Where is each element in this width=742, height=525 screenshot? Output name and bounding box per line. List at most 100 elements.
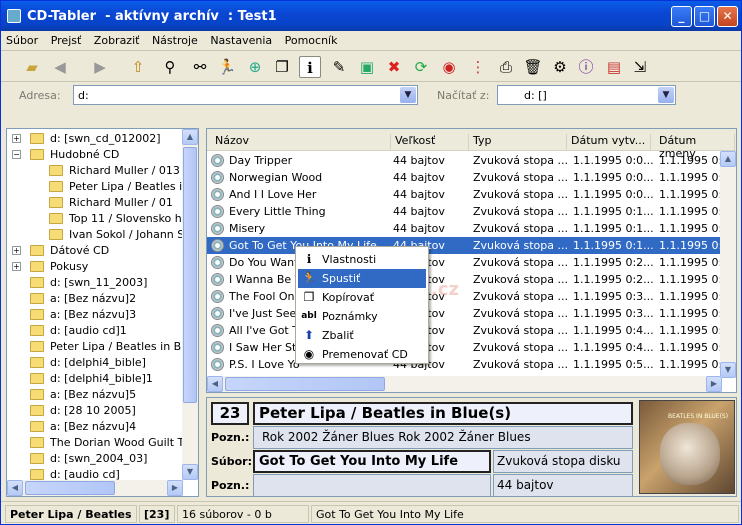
tree-item-label: Richard Muller / 01 <box>69 196 173 209</box>
file-size: 44 bajtov <box>493 474 633 497</box>
expand-icon[interactable]: + <box>12 262 21 271</box>
print-icon[interactable]: ⎙ <box>495 56 517 78</box>
ctx-copy[interactable]: ❐ Kopírovať <box>298 288 426 307</box>
list-row[interactable]: Misery 44 bajtov Zvuková stopa ... 1.1.1995… <box>207 220 722 237</box>
maximize-button[interactable]: □ <box>694 6 715 27</box>
ctx-collapse[interactable]: ⬆ Zbaliť <box>298 326 426 345</box>
list-cell: 1.1.1995 0:1... <box>659 222 722 235</box>
list-row[interactable]: P.S. I Love Yo 44 bajtov Zvuková stopa ...… <box>207 356 722 373</box>
image-icon[interactable]: ▣ <box>356 56 378 78</box>
column-name[interactable]: Názov <box>211 134 391 150</box>
folder-icon <box>30 469 44 480</box>
binoculars-icon[interactable]: ⚲ <box>159 56 181 78</box>
tree-vertical-scrollbar[interactable]: ▲ ▼ <box>182 129 198 480</box>
list-row[interactable]: Day Tripper 44 bajtov Zvuková stopa ... 1.1… <box>207 152 722 169</box>
list-cell: 1.1.1995 0:3... <box>659 307 722 320</box>
find-icon[interactable]: ⚯ <box>189 56 211 78</box>
menu-view[interactable]: Zobraziť <box>89 31 144 47</box>
menu-file[interactable]: Súbor <box>1 31 42 47</box>
column-size[interactable]: Veľkosť <box>391 134 469 150</box>
scroll-thumb[interactable] <box>25 481 115 495</box>
delete-icon[interactable]: ✖ <box>383 56 405 78</box>
note-label: Pozn.: <box>211 431 250 444</box>
minimize-button[interactable]: _ <box>671 6 692 27</box>
book-icon[interactable]: ▤ <box>603 56 625 78</box>
scroll-left-icon[interactable]: ◀ <box>207 376 223 392</box>
load-from-value: d: [] <box>524 89 547 102</box>
disc-icon[interactable]: ◉ <box>438 56 460 78</box>
list-row[interactable]: Do You Want44 bajtovZvuková stopa ...1.1… <box>207 254 722 271</box>
properties-icon[interactable]: ℹ <box>299 56 321 78</box>
ctx-rename-cd[interactable]: ◉ Premenovať CD <box>298 345 426 364</box>
folder-icon <box>30 325 44 336</box>
audio-track-icon <box>211 154 224 167</box>
refresh-icon[interactable]: ⟳ <box>410 56 432 78</box>
list-row[interactable]: I Wanna Be Y44 bajtovZvuková stopa ...1.… <box>207 271 722 288</box>
ctx-properties[interactable]: ℹ Vlastnosti <box>298 250 426 269</box>
list-cell: Zvuková stopa ... <box>473 256 568 269</box>
folder-tree[interactable]: + d: [swn_cd_012002] − Hudobné CD Richard Mu… <box>6 128 199 497</box>
chevron-down-icon[interactable]: ▼ <box>400 87 416 103</box>
edit-icon[interactable]: ✎ <box>328 56 350 78</box>
scroll-thumb[interactable] <box>225 377 385 391</box>
folder-icon <box>30 373 44 384</box>
list-row[interactable]: I've Just Seen44 bajtovZvuková stopa ...… <box>207 305 722 322</box>
scroll-up-icon[interactable]: ▲ <box>182 129 198 145</box>
address-combo[interactable]: d: ▼ <box>73 85 418 105</box>
scroll-left-icon[interactable]: ◀ <box>7 480 23 496</box>
back-icon[interactable]: ◀ <box>49 56 71 78</box>
network-icon[interactable]: ⊕ <box>244 56 266 78</box>
column-type[interactable]: Typ <box>469 134 567 150</box>
trash-icon[interactable]: 🗑 <box>522 56 544 78</box>
load-from-combo[interactable]: d: [] ▼ <box>497 85 676 105</box>
collapse-icon[interactable]: − <box>12 150 21 159</box>
expand-icon[interactable]: + <box>12 246 21 255</box>
list-vertical-scrollbar[interactable]: ▲ ▼ <box>720 151 736 378</box>
list-cell: 1.1.1995 0:2... <box>659 256 722 269</box>
list-row[interactable]: Norwegian Wood 44 bajtov Zvuková stopa ...… <box>207 169 722 186</box>
tree-icon[interactable]: ⋮ <box>467 56 489 78</box>
expand-icon[interactable]: + <box>12 134 21 143</box>
title-bar[interactable]: CD-Tabler - aktívny archív : Test1 _ □ ✕ <box>1 1 741 31</box>
list-row[interactable]: Got To Get You Into My Life44 bajtovZvuk… <box>207 237 722 254</box>
copy-icon[interactable]: ❐ <box>271 56 293 78</box>
folder-icon <box>30 405 44 416</box>
scroll-down-icon[interactable]: ▼ <box>182 464 198 480</box>
list-row[interactable]: All I've Got To44 bajtovZvuková stopa ..… <box>207 322 722 339</box>
close-button[interactable]: ✕ <box>717 6 738 27</box>
list-row[interactable]: I Saw Her Star44 bajtovZvuková stopa ...… <box>207 339 722 356</box>
tree-horizontal-scrollbar[interactable]: ◀ ▶ <box>7 480 183 496</box>
tree-item-label: Ivan Sokol / Johann Se <box>69 228 192 241</box>
notes-icon: abl <box>301 311 317 321</box>
open-folder-icon[interactable]: ▰ <box>21 56 43 78</box>
scroll-thumb[interactable] <box>183 147 197 403</box>
column-created[interactable]: Dátum vytv... <box>567 134 651 150</box>
forward-icon[interactable]: ▶ <box>89 56 111 78</box>
address-label: Adresa: <box>19 89 61 102</box>
run-icon[interactable]: 🏃 <box>216 56 238 78</box>
menu-settings[interactable]: Nastavenia <box>205 31 276 47</box>
scroll-down-icon[interactable]: ▼ <box>720 362 736 378</box>
tree-item-label: d: [delphi4_bible] <box>50 356 146 369</box>
scroll-up-icon[interactable]: ▲ <box>720 151 736 167</box>
list-horizontal-scrollbar[interactable]: ◀ ▶ <box>207 376 722 392</box>
scroll-right-icon[interactable]: ▶ <box>167 480 183 496</box>
column-modified[interactable]: Dátum zmeny <box>655 134 735 160</box>
list-cell: 1.1.1995 0:3... <box>573 290 654 303</box>
tree-item-label: d: [swn_11_2003] <box>50 276 148 289</box>
info-icon[interactable]: ⓘ <box>575 56 597 78</box>
list-row[interactable]: Every Little Thing 44 bajtov Zvuková stopa… <box>207 203 722 220</box>
menu-go[interactable]: Prejsť <box>46 31 86 47</box>
scroll-right-icon[interactable]: ▶ <box>706 376 722 392</box>
menu-help[interactable]: Pomocník <box>280 31 342 47</box>
up-folder-icon[interactable]: ⇧ <box>127 56 149 78</box>
exit-icon[interactable]: ⇲ <box>629 56 651 78</box>
list-row[interactable]: The Fool On T44 bajtovZvuková stopa ...1… <box>207 288 722 305</box>
settings-icon[interactable]: ⚙ <box>549 56 571 78</box>
file-list[interactable]: Názov Veľkosť Typ Dátum vytv... Dátum zm… <box>206 128 737 393</box>
menu-tools[interactable]: Nástroje <box>147 31 202 47</box>
ctx-run[interactable]: 🏃 Spustiť <box>298 269 426 288</box>
chevron-down-icon[interactable]: ▼ <box>658 87 674 103</box>
list-row[interactable]: And I I Love Her 44 bajtov Zvuková stopa .… <box>207 186 722 203</box>
ctx-notes[interactable]: abl Poznámky <box>298 307 426 326</box>
